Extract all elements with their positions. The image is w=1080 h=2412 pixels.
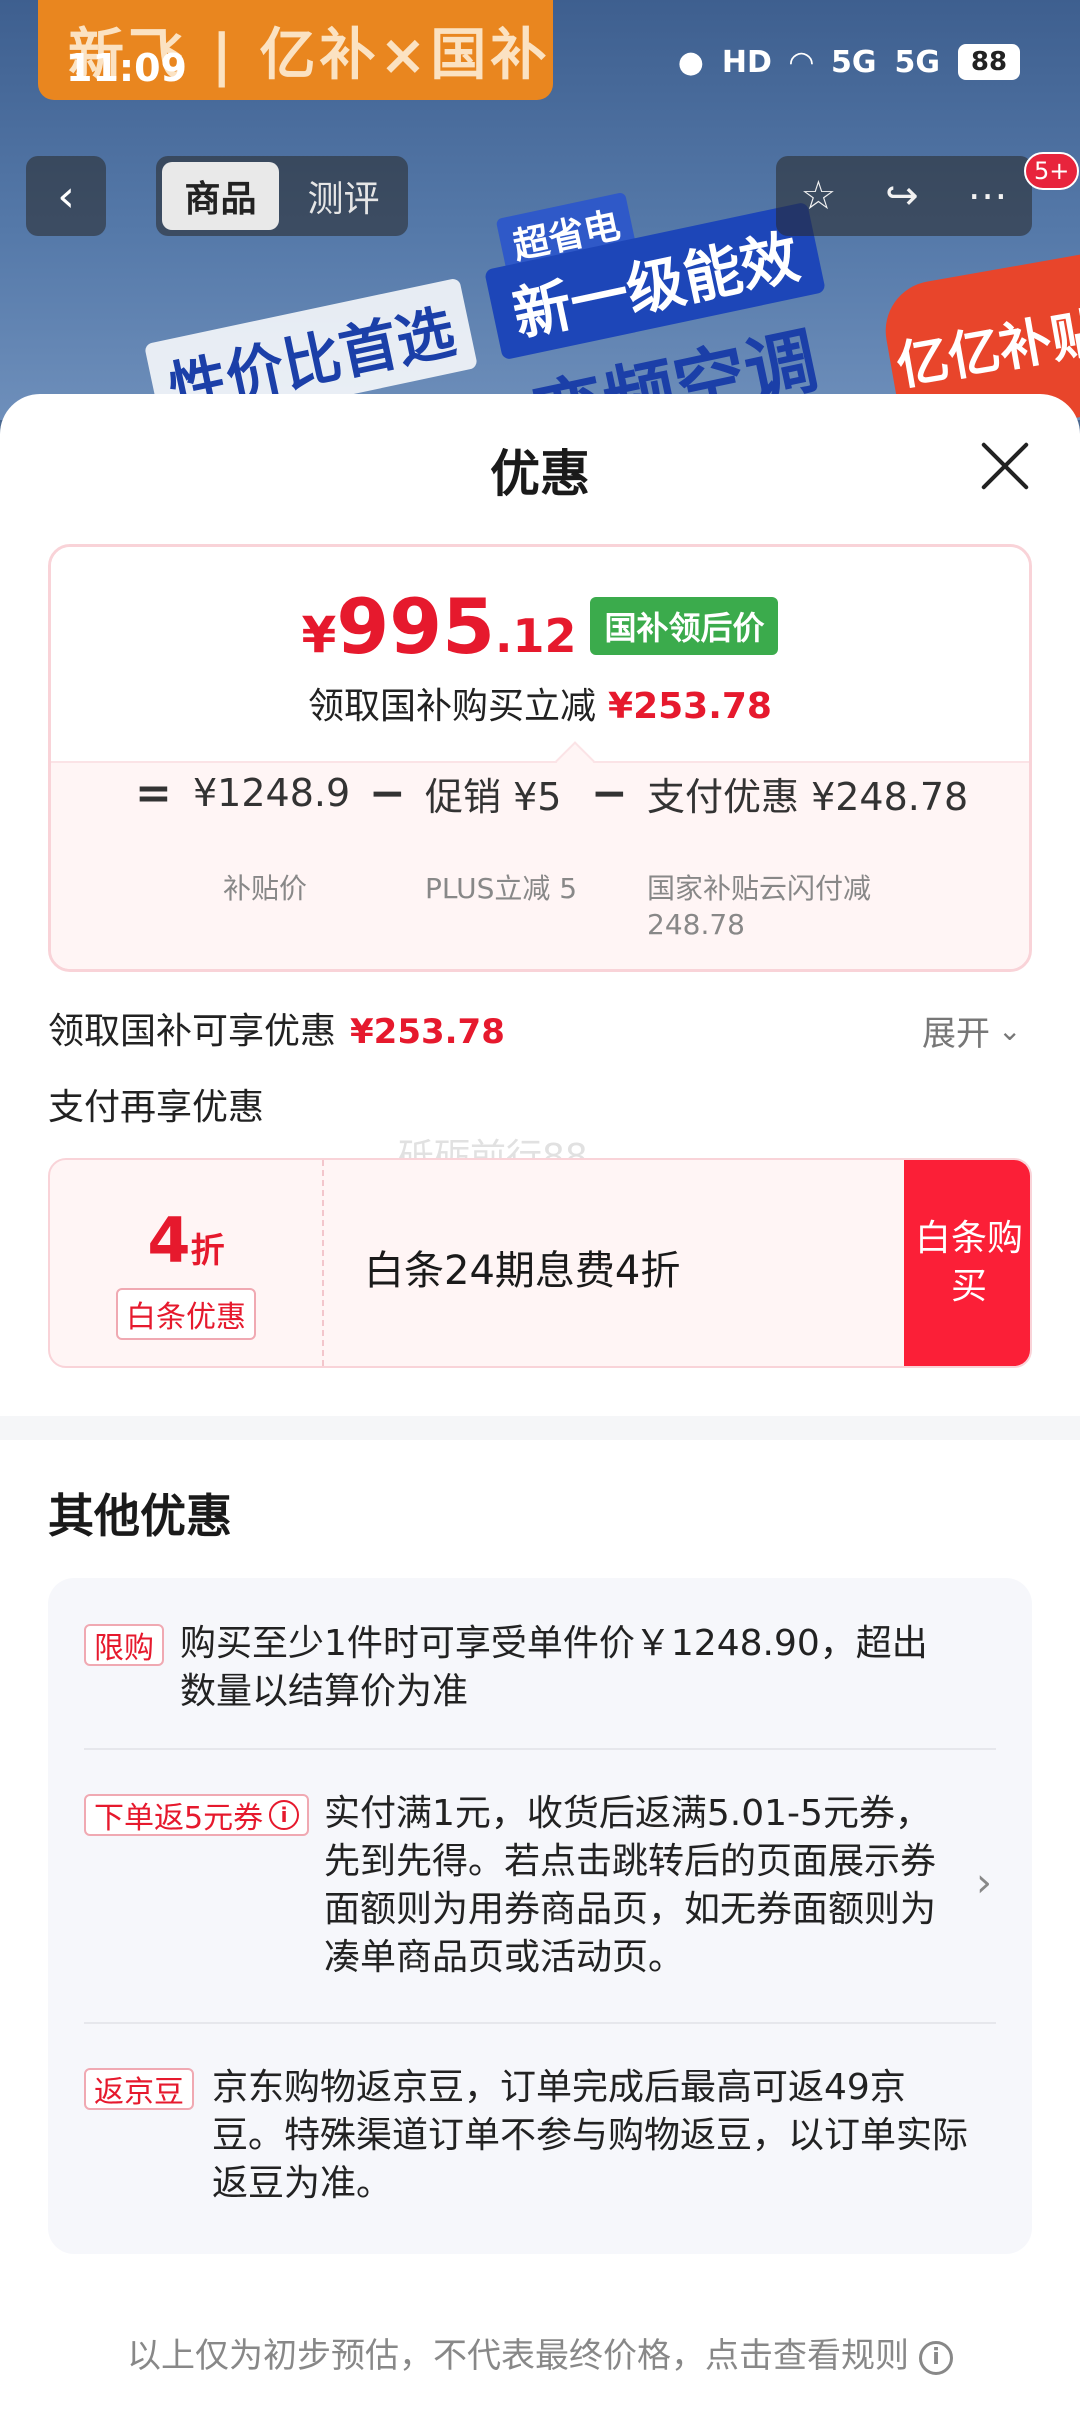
- battery-icon: 88: [958, 44, 1020, 80]
- discount-sheet: 优惠 ¥ 995 .12 国补领后价 领取国补购买立减 ¥253.78 = ¥12…: [0, 394, 1080, 2412]
- wifi-icon: ◠: [789, 44, 813, 80]
- equals-sign: =: [135, 767, 172, 819]
- signal-icon: 5G: [831, 44, 877, 80]
- star-icon[interactable]: ☆: [800, 173, 836, 219]
- section-divider: [0, 1416, 1080, 1440]
- other-offers-list: 限购 购买至少1件时可享受单件价￥1248.90，超出数量以结算价为准 下单返5…: [48, 1578, 1032, 2254]
- minus-sign: −: [591, 767, 628, 819]
- nav-actions: ☆ ↪ ⋯: [776, 156, 1032, 236]
- tab-review[interactable]: 测评: [285, 162, 402, 230]
- back-button[interactable]: ‹: [26, 156, 106, 236]
- offer-tag: 限购: [84, 1624, 164, 1666]
- message-badge: 5+: [1024, 152, 1080, 190]
- coupon-discount: 4折: [147, 1204, 225, 1277]
- pay-discount-value: 支付优惠 ¥248.78: [647, 774, 969, 819]
- promo-caption: PLUS立减 5: [425, 872, 578, 905]
- other-offers-title: 其他优惠: [48, 1489, 232, 1543]
- base-price-value: ¥1248.9: [193, 771, 351, 815]
- coupon-text: 白条24期息费4折: [364, 1248, 681, 1294]
- chevron-left-icon: ‹: [57, 170, 75, 222]
- price-subtitle: 领取国补购买立减 ¥253.78: [308, 686, 772, 727]
- rules-link[interactable]: 以上仅为初步预估，不代表最终价格，点击查看规则 i: [0, 2328, 1080, 2377]
- tab-product[interactable]: 商品: [162, 162, 279, 230]
- price-tag: 国补领后价: [590, 597, 779, 655]
- coupon-label: 白条优惠: [116, 1288, 256, 1340]
- offer-tag: 下单返5元券 i: [84, 1794, 310, 1836]
- minus-sign: −: [369, 767, 406, 819]
- offer-text: 实付满1元，收货后返满5.01-5元券，先到先得。若点击跳转后的页面展示券面额则…: [324, 1793, 937, 1978]
- promo-value: 促销 ¥5: [425, 774, 562, 819]
- chevron-down-icon: ⌄: [998, 1014, 1022, 1047]
- sheet-title: 优惠: [490, 445, 590, 503]
- subsidy-row: 领取国补可享优惠 ¥253.78: [48, 1011, 505, 1052]
- offer-tag: 返京豆: [84, 2068, 194, 2110]
- price-card: ¥ 995 .12 国补领后价 领取国补购买立减 ¥253.78 = ¥1248.…: [48, 544, 1032, 972]
- status-icons: ● HD ◠ 5G 5G 88: [678, 44, 1020, 80]
- price-summary: ¥ 995 .12 国补领后价 领取国补购买立减 ¥253.78: [51, 547, 1029, 761]
- share-icon[interactable]: ↪: [885, 173, 919, 219]
- pay-more-label: 支付再享优惠: [48, 1087, 265, 1128]
- expand-button[interactable]: 展开 ⌄: [922, 1006, 1021, 1055]
- divider: [84, 1748, 996, 1750]
- close-icon[interactable]: [975, 436, 1035, 496]
- offer-item-jingdou: 返京豆 京东购物返京豆，订单完成后最高可返49京豆。特殊渠道订单不参与购物返豆，…: [84, 2067, 994, 2218]
- offer-text: 京东购物返京豆，订单完成后最高可返49京豆。特殊渠道订单不参与购物返豆，以订单实…: [212, 2067, 969, 2204]
- divider: [84, 2022, 996, 2024]
- product-tabs: 商品 测评: [156, 156, 408, 236]
- base-price-caption: 补贴价: [223, 872, 308, 905]
- offer-text: 购买至少1件时可享受单件价￥1248.90，超出数量以结算价为准: [180, 1623, 928, 1712]
- pay-discount-caption: 国家补贴云闪付减 248.78: [647, 872, 872, 941]
- product-header-background: 新飞 | 亿补×国补 11:09 ● HD ◠ 5G 5G 88 性价比首选 超…: [0, 0, 1080, 420]
- offer-item-limit: 限购 购买至少1件时可享受单件价￥1248.90，超出数量以结算价为准: [84, 1623, 994, 1714]
- location-icon: ●: [677, 44, 704, 80]
- more-icon[interactable]: ⋯: [968, 173, 1008, 219]
- baitiao-coupon: 4折 白条优惠 白条24期息费4折 白条购买: [48, 1158, 1032, 1368]
- hd-icon: HD: [721, 44, 772, 80]
- info-icon: i: [269, 1800, 300, 1830]
- signal-icon-2: 5G: [894, 44, 941, 80]
- offer-item-coupon-return[interactable]: 下单返5元券 i 实付满1元，收货后返满5.01-5元券，先到先得。若点击跳转后…: [84, 1793, 994, 1994]
- info-icon: i: [919, 2340, 953, 2375]
- final-price: ¥ 995 .12: [301, 582, 577, 671]
- price-breakdown: = ¥1248.9 − 促销 ¥5 − 支付优惠 ¥248.78 补贴价 PLU…: [51, 761, 1029, 969]
- chevron-right-icon[interactable]: ›: [976, 1860, 992, 1906]
- baitiao-buy-button[interactable]: 白条购买: [904, 1160, 1030, 1366]
- status-time: 11:09: [66, 46, 187, 90]
